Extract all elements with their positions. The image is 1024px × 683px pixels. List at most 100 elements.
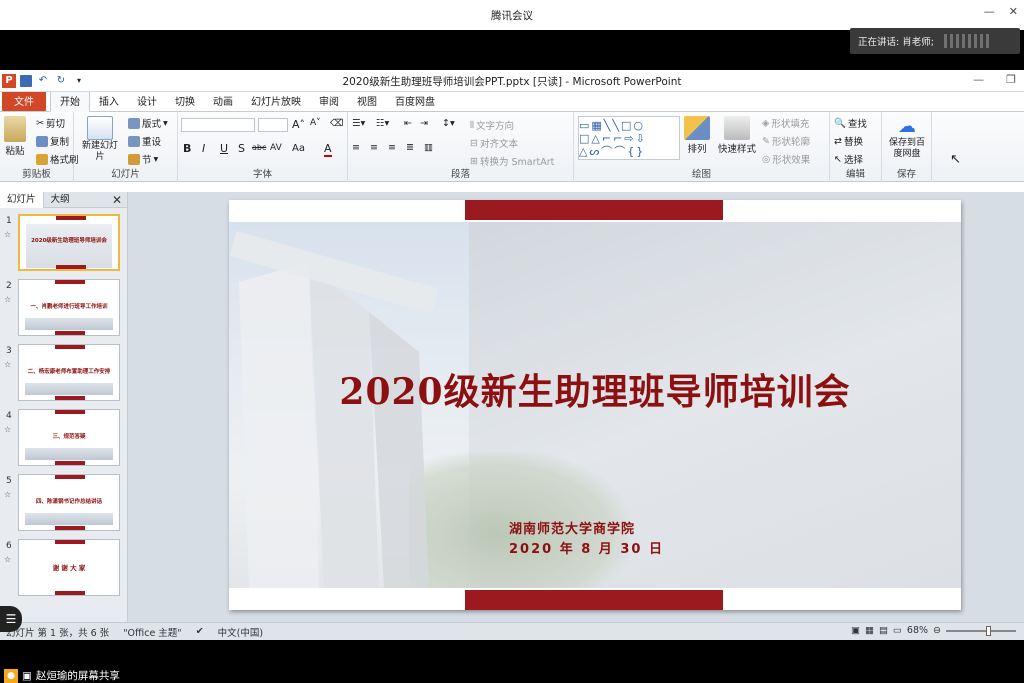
italic-button[interactable]: I: [202, 142, 205, 155]
bullets-button[interactable]: ☰▾: [352, 118, 365, 129]
ribbon-tabs: 文件 开始 插入 设计 切换 动画 幻灯片放映 审阅 视图 百度网盘: [0, 90, 1024, 112]
font-family-select[interactable]: [181, 118, 255, 132]
tab-home[interactable]: 开始: [50, 90, 90, 112]
slide-subtitle-date[interactable]: 2020 年 8 月 30 日: [509, 538, 664, 557]
thumbnail-text: 二、杨宏康老师布置助理工作安排: [27, 369, 111, 375]
char-spacing-button[interactable]: AV: [270, 143, 282, 153]
zoom-out-icon[interactable]: ⊖: [933, 625, 941, 636]
tab-insert[interactable]: 插入: [90, 91, 128, 111]
slide-thumbnail[interactable]: 一、肖鹏老师进行班导工作培训: [18, 279, 120, 336]
thumbnail-item[interactable]: 5 ☆ 四、陈潇钢书记作总结讲话: [0, 474, 128, 534]
thumbnail-number: 4: [6, 411, 12, 421]
tab-slides-panel[interactable]: 幻灯片: [0, 191, 44, 208]
paste-button[interactable]: 粘贴: [4, 116, 26, 157]
slide-thumbnail[interactable]: 谢 谢 大 家: [18, 539, 120, 596]
align-left-button[interactable]: ≡: [352, 142, 360, 153]
slide-title[interactable]: 2020级新生助理班导师培训会: [229, 363, 961, 415]
change-case-button[interactable]: Aa: [292, 143, 305, 154]
reading-view-icon[interactable]: ▤: [879, 625, 888, 636]
restore-icon[interactable]: ❐: [1006, 73, 1016, 86]
select-button[interactable]: ↖ 选择: [834, 152, 863, 167]
grow-font-button[interactable]: A˄: [292, 118, 305, 131]
tab-animations[interactable]: 动画: [204, 91, 242, 111]
shape-effects-button[interactable]: ◎ 形状效果: [762, 152, 810, 167]
decrease-indent-button[interactable]: ⇤: [404, 118, 412, 129]
thumbnail-item[interactable]: 1 ☆ 2020级新生助理班导师培训会: [0, 214, 128, 274]
increase-indent-button[interactable]: ⇥: [420, 118, 428, 129]
undo-icon[interactable]: ↶: [36, 74, 50, 88]
slide-thumbnail[interactable]: 二、杨宏康老师布置助理工作安排: [18, 344, 120, 401]
columns-icon: ▥: [424, 142, 433, 153]
save-icon[interactable]: [20, 74, 32, 87]
justify-button[interactable]: ≣: [406, 142, 414, 153]
tab-slideshow[interactable]: 幻灯片放映: [242, 91, 310, 111]
spellcheck-icon[interactable]: ✔: [196, 626, 204, 637]
slide-thumbnail[interactable]: 2020级新生助理班导师培训会: [18, 214, 120, 271]
shapes-gallery[interactable]: ▭▦╲╲□○ □△⌐⌐⇨⇩ △ᔕ⌒⌒{}: [578, 116, 680, 160]
align-text-button[interactable]: ⊟ 对齐文本: [470, 136, 518, 151]
minimize-icon[interactable]: —: [984, 5, 995, 18]
align-right-button[interactable]: ≡: [388, 142, 396, 153]
current-slide[interactable]: 2020级新生助理班导师培训会 湖南师范大学商学院 2020 年 8 月 30 …: [229, 200, 961, 610]
new-slide-icon: [87, 116, 113, 140]
font-size-select[interactable]: [258, 118, 288, 132]
tab-file[interactable]: 文件: [2, 90, 46, 111]
tab-transitions[interactable]: 切换: [166, 91, 204, 111]
thumbnail-item[interactable]: 2 ☆ 一、肖鹏老师进行班导工作培训: [0, 279, 128, 339]
strikethrough-button[interactable]: abc: [252, 143, 266, 152]
find-button[interactable]: 🔍 查找: [834, 116, 867, 131]
shadow-button[interactable]: S: [238, 142, 245, 155]
replace-button[interactable]: ⇄ 替换: [834, 134, 863, 149]
meeting-title-bar: 腾讯会议 — ✕: [0, 0, 1024, 30]
tab-baidu[interactable]: 百度网盘: [386, 91, 444, 111]
numbering-button[interactable]: ☷▾: [376, 118, 389, 129]
arrange-button[interactable]: 排列: [684, 116, 710, 155]
thumbnail-item[interactable]: 4 ☆ 三、规范答疑: [0, 409, 128, 469]
customize-toolbar-icon[interactable]: ▾: [72, 74, 86, 88]
zoom-level[interactable]: 68%: [907, 625, 928, 636]
normal-view-icon[interactable]: ▣: [851, 625, 860, 636]
redo-icon[interactable]: ↻: [54, 74, 68, 88]
slide-thumbnail[interactable]: 三、规范答疑: [18, 409, 120, 466]
tab-review[interactable]: 审阅: [310, 91, 348, 111]
tab-outline-panel[interactable]: 大纲: [44, 192, 77, 208]
close-icon[interactable]: ✕: [1009, 5, 1018, 18]
clear-format-button[interactable]: ⌫: [330, 118, 343, 129]
slide-editing-area[interactable]: 2020级新生助理班导师培训会 湖南师范大学商学院 2020 年 8 月 30 …: [128, 192, 1024, 622]
format-painter-button[interactable]: 格式刷: [36, 152, 79, 166]
new-slide-button[interactable]: 新建幻灯片: [82, 116, 118, 163]
tab-view[interactable]: 视图: [348, 91, 386, 111]
floating-menu-button[interactable]: ☰: [0, 606, 22, 632]
bold-button[interactable]: B: [183, 142, 191, 155]
slide-bottom-bar: [465, 590, 723, 610]
text-direction-button[interactable]: ⫴ 文字方向: [470, 118, 514, 133]
shrink-font-button[interactable]: A˅: [310, 118, 321, 128]
slide-subtitle-school[interactable]: 湖南师范大学商学院: [509, 518, 635, 537]
line-spacing-button[interactable]: ↕▾: [442, 118, 455, 129]
slide-thumbnail[interactable]: 四、陈潇钢书记作总结讲话: [18, 474, 120, 531]
minimize-icon[interactable]: —: [973, 73, 984, 86]
close-icon[interactable]: ✕: [112, 193, 122, 207]
thumbnail-item[interactable]: 3 ☆ 二、杨宏康老师布置助理工作安排: [0, 344, 128, 404]
cut-button[interactable]: ✂ 剪切: [36, 116, 65, 131]
align-center-button[interactable]: ≡: [370, 142, 378, 153]
copy-button[interactable]: 复制: [36, 134, 69, 148]
slideshow-view-icon[interactable]: ▭: [893, 625, 902, 636]
zoom-slider[interactable]: [946, 625, 1016, 636]
smartart-icon: ⊞: [470, 155, 478, 167]
columns-button[interactable]: ▥: [424, 142, 433, 153]
layout-button[interactable]: 版式 ▾: [128, 116, 168, 130]
quick-styles-button[interactable]: 快速样式: [718, 116, 756, 155]
section-button[interactable]: 节 ▾: [128, 152, 158, 166]
tab-design[interactable]: 设计: [128, 91, 166, 111]
shape-outline-button[interactable]: ✎ 形状轮廓: [762, 134, 810, 149]
thumbnail-text: 三、规范答疑: [52, 434, 86, 440]
font-color-button[interactable]: A: [324, 142, 332, 157]
sorter-view-icon[interactable]: ▦: [865, 625, 874, 636]
meeting-window-controls: — ✕: [984, 5, 1018, 18]
save-baidu-button[interactable]: ☁ 保存到百度网盘: [885, 116, 929, 160]
underline-button[interactable]: U: [220, 142, 228, 155]
thumbnail-item[interactable]: 6 ☆ 谢 谢 大 家: [0, 539, 128, 599]
reset-button[interactable]: 重设: [128, 134, 161, 148]
shape-fill-button[interactable]: ◈ 形状填充: [762, 116, 809, 131]
